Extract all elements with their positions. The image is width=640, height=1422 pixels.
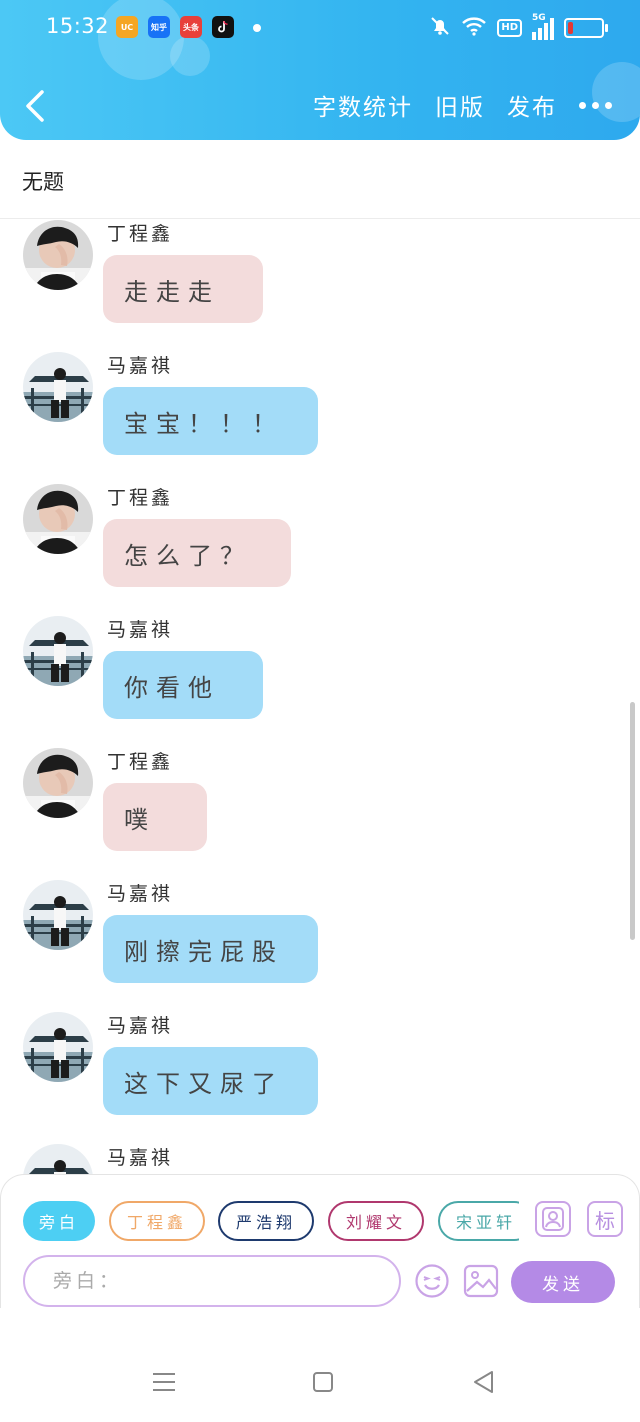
- emoji-icon[interactable]: [414, 1263, 450, 1299]
- wifi-icon: [461, 16, 487, 40]
- message-item[interactable]: 马嘉祺: [0, 1143, 640, 1174]
- hd-badge: HD: [497, 19, 522, 37]
- scrollbar[interactable]: [630, 702, 635, 940]
- message-item[interactable]: 丁程鑫走走走: [0, 219, 640, 351]
- sender-name: 丁程鑫: [107, 751, 174, 773]
- tag-button[interactable]: 标: [587, 1201, 623, 1237]
- status-icons: HD 5G: [429, 13, 608, 42]
- role-chip[interactable]: 宋亚轩: [438, 1201, 519, 1241]
- send-button[interactable]: 发送: [511, 1261, 615, 1303]
- sender-name: 马嘉祺: [107, 1015, 174, 1037]
- uc-app-icon: UC: [116, 16, 138, 38]
- avatar[interactable]: [23, 748, 93, 818]
- message-item[interactable]: 马嘉祺这下又尿了: [0, 1011, 640, 1143]
- signal-icon: 5G: [532, 13, 554, 40]
- role-chip[interactable]: 旁白: [23, 1201, 95, 1241]
- message-input[interactable]: [51, 1269, 375, 1293]
- composer-panel: 旁白丁程鑫严浩翔刘耀文宋亚轩 标 发送: [0, 1174, 640, 1308]
- sender-name: 马嘉祺: [107, 1147, 174, 1169]
- role-chip[interactable]: 严浩翔: [218, 1201, 314, 1241]
- sender-name: 马嘉祺: [107, 883, 174, 905]
- sender-name: 马嘉祺: [107, 355, 174, 377]
- status-time: 15:32: [46, 14, 110, 38]
- message-bubble[interactable]: 你看他: [103, 651, 263, 719]
- image-icon[interactable]: [463, 1263, 499, 1299]
- word-count-button[interactable]: 字数统计: [313, 88, 413, 122]
- role-chip[interactable]: 丁程鑫: [109, 1201, 205, 1241]
- message-bubble[interactable]: 这下又尿了: [103, 1047, 318, 1115]
- document-title-bar[interactable]: 无题: [0, 140, 640, 219]
- battery-level: [568, 22, 573, 34]
- recent-apps-icon[interactable]: [152, 1372, 176, 1392]
- sender-name: 丁程鑫: [107, 487, 174, 509]
- message-item[interactable]: 丁程鑫怎么了？: [0, 483, 640, 615]
- avatar[interactable]: [23, 880, 93, 950]
- avatar[interactable]: [23, 1144, 93, 1174]
- signal-label: 5G: [532, 13, 546, 23]
- avatar[interactable]: [23, 616, 93, 686]
- mute-icon: [429, 15, 451, 41]
- role-selector: 旁白 丁程鑫 严浩翔 刘耀文 宋亚轩: [23, 1201, 519, 1243]
- message-item[interactable]: 马嘉祺宝宝！！！: [0, 351, 640, 483]
- zhihu-app-icon: 知乎: [148, 16, 170, 38]
- avatar[interactable]: [23, 1012, 93, 1082]
- publish-button[interactable]: 发布: [507, 88, 557, 122]
- message-bubble[interactable]: 刚擦完屁股: [103, 915, 318, 983]
- header-actions: 字数统计 旧版 发布: [313, 88, 612, 122]
- sender-name: 马嘉祺: [107, 619, 174, 641]
- chat-message-list[interactable]: 丁程鑫 走走走 马嘉祺 宝宝！！！ 丁程鑫 怎么了？ 马嘉祺 你看他 丁程鑫噗马嘉祺 刚擦完屁股马…: [0, 219, 640, 1174]
- role-chip[interactable]: 刘耀文: [328, 1201, 424, 1241]
- battery-icon: [564, 18, 608, 38]
- avatar[interactable]: [23, 352, 93, 422]
- message-item[interactable]: 马嘉祺你看他: [0, 615, 640, 747]
- message-item[interactable]: 马嘉祺刚擦完屁股: [0, 879, 640, 1011]
- notification-dot: [253, 24, 261, 32]
- system-navigation-bar: [0, 1310, 640, 1422]
- message-bubble[interactable]: 怎么了？: [103, 519, 291, 587]
- avatar[interactable]: [23, 484, 93, 554]
- sender-name: 丁程鑫: [107, 223, 174, 245]
- toutiao-app-icon: 头条: [180, 16, 202, 38]
- document-title[interactable]: 无题: [22, 166, 64, 196]
- top-bar: 15:32 UC 知乎 头条 HD 5G 字数统计 旧版 发布: [0, 0, 640, 140]
- home-icon[interactable]: [313, 1372, 333, 1392]
- message-bubble[interactable]: 走走走: [103, 255, 263, 323]
- message-bubble[interactable]: 宝宝！！！: [103, 387, 318, 455]
- message-item[interactable]: 丁程鑫噗: [0, 747, 640, 879]
- status-bar: 15:32 UC 知乎 头条 HD 5G: [0, 0, 640, 56]
- message-bubble[interactable]: 噗: [103, 783, 207, 851]
- back-button[interactable]: [22, 88, 50, 124]
- douyin-app-icon: [212, 16, 234, 38]
- more-options-icon[interactable]: [579, 90, 612, 120]
- character-card-icon[interactable]: [535, 1201, 571, 1237]
- system-back-icon[interactable]: [472, 1370, 496, 1394]
- avatar[interactable]: [23, 220, 93, 290]
- old-version-button[interactable]: 旧版: [435, 88, 485, 122]
- message-input-box[interactable]: [23, 1255, 401, 1307]
